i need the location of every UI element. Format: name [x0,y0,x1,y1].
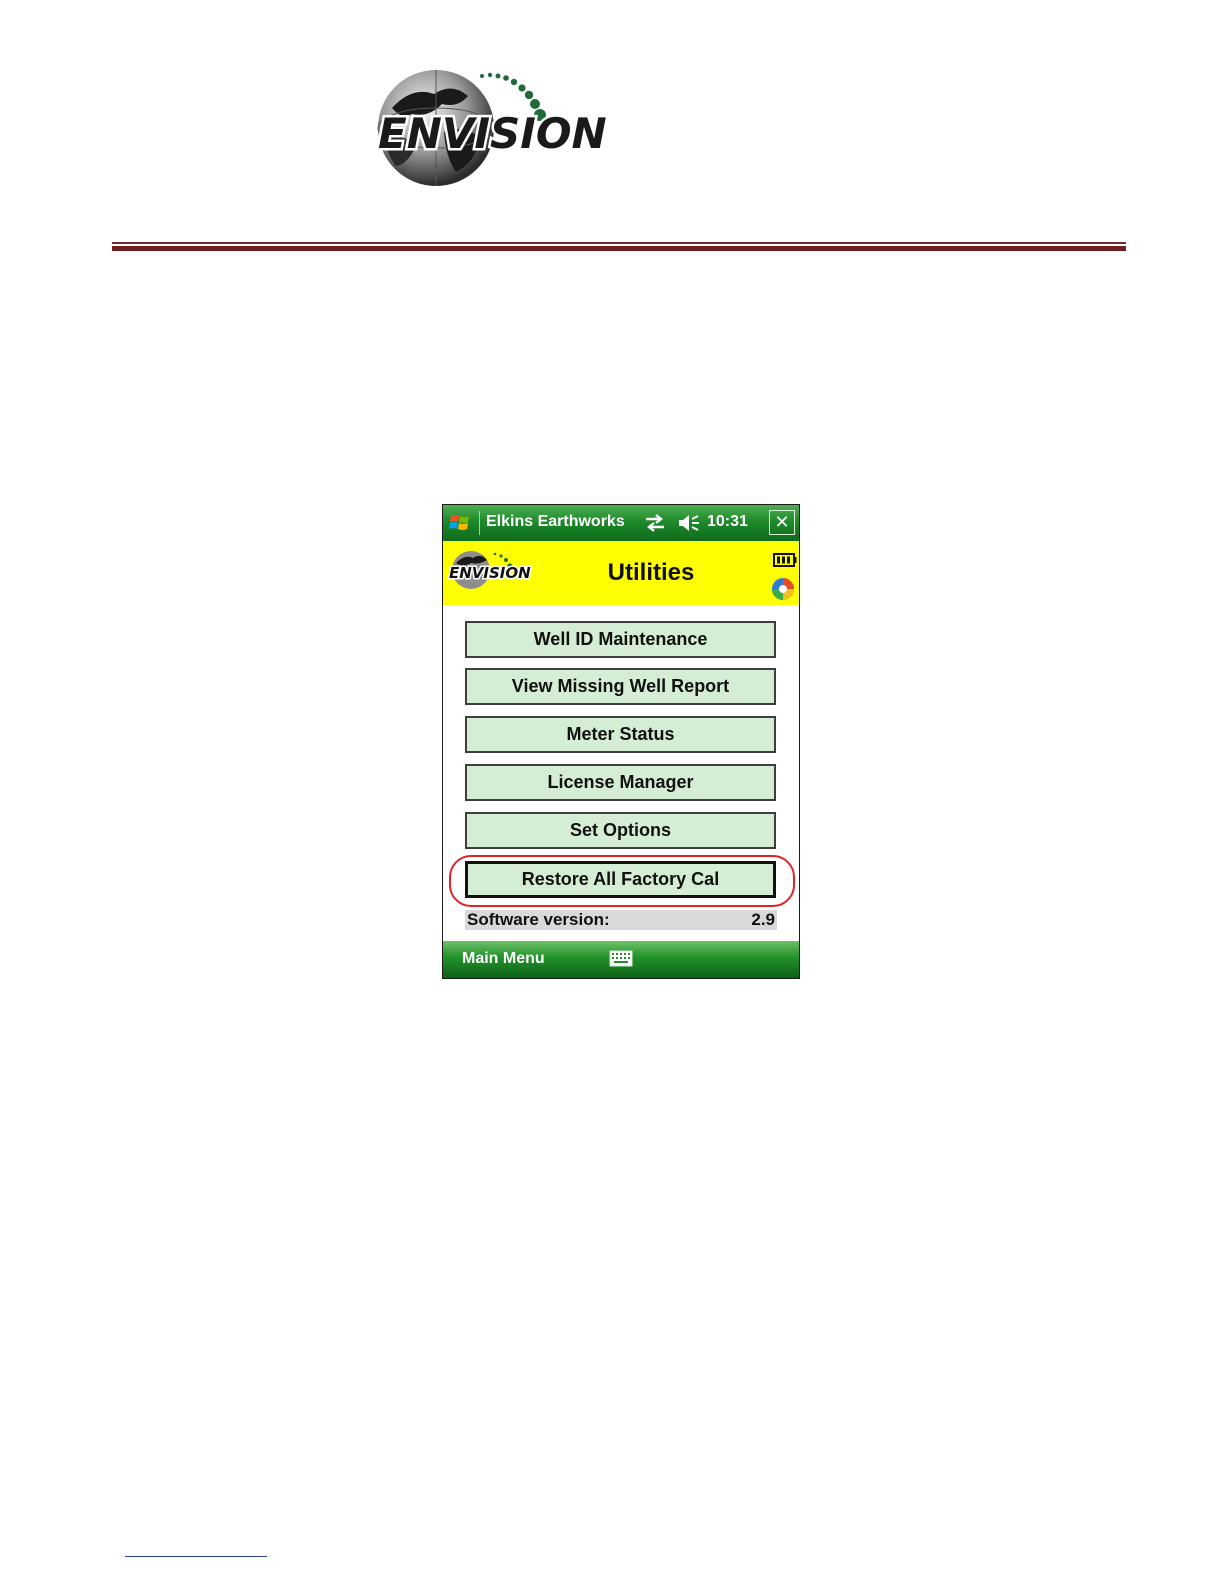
envision-logo: ENVISION ENVISION [372,68,622,192]
restore-all-factory-cal-button[interactable]: Restore All Factory Cal [465,861,776,898]
software-version-label: Software version: [467,910,610,929]
connectivity-arrows-icon[interactable] [644,513,666,533]
window-title: Elkins Earthworks [486,513,625,530]
meter-status-button[interactable]: Meter Status [465,716,776,753]
titlebar: Elkins Earthworks 10:31 ✕ [443,505,799,541]
windows-start-icon[interactable] [448,511,472,535]
battery-icon [773,553,797,567]
well-id-maintenance-button[interactable]: Well ID Maintenance [465,621,776,658]
software-version-value: 2.9 [751,910,775,929]
logo-wordmark: ENVISION [378,109,607,158]
envision-logo-graphic: ENVISION ENVISION [376,70,609,186]
color-wheel-icon[interactable] [771,577,795,601]
main-menu-softkey[interactable]: Main Menu [462,950,545,968]
softkey-bar: Main Menu [443,941,799,978]
software-version-row: Software version: 2.9 [465,910,777,930]
license-manager-button[interactable]: License Manager [465,764,776,801]
screen-title: Utilities [607,559,695,586]
titlebar-separator [479,511,480,535]
close-button[interactable]: ✕ [769,510,795,535]
speaker-muted-icon[interactable] [677,513,701,533]
close-icon: ✕ [774,512,790,533]
clock: 10:31 [707,513,748,530]
device-screenshot: Elkins Earthworks 10:31 ✕ ENVISION ENVIS… [442,504,800,979]
keyboard-icon[interactable] [609,950,633,967]
set-options-button[interactable]: Set Options [465,812,776,849]
app-header: ENVISION ENVISION Utilities [443,541,799,605]
view-missing-well-report-button[interactable]: View Missing Well Report [465,668,776,705]
footnote-separator [125,1556,267,1557]
header-divider [112,242,1126,252]
